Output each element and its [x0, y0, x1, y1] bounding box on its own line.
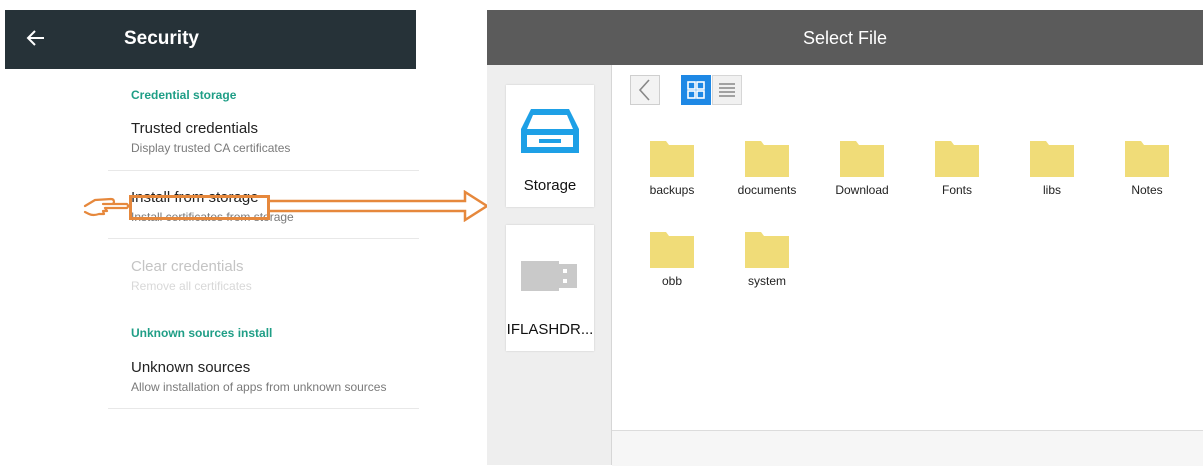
item-title: Clear credentials — [131, 258, 244, 275]
folder-item[interactable]: Download — [817, 139, 907, 197]
usb-source-card[interactable]: IFLASHDR... — [506, 225, 594, 351]
divider — [108, 408, 419, 409]
list-view-icon — [719, 83, 735, 97]
select-file-dialog: Select File Storage IFLASHDR... backups … — [487, 10, 1203, 466]
section-unknown-sources-install: Unknown sources install — [131, 326, 273, 340]
grid-view-icon — [687, 81, 705, 99]
folder-label: documents — [737, 183, 797, 197]
chevron-left-icon — [638, 79, 650, 101]
pointing-hand-icon — [83, 197, 129, 217]
unknown-sources-item[interactable]: Unknown sources Allow installation of ap… — [131, 359, 421, 394]
folder-label: libs — [1042, 183, 1061, 197]
usb-drive-icon — [521, 261, 577, 291]
folder-item[interactable]: libs — [1007, 139, 1097, 197]
folder-item[interactable]: obb — [627, 230, 717, 288]
back-arrow-icon[interactable] — [25, 27, 47, 49]
trusted-credentials-item[interactable]: Trusted credentials Display trusted CA c… — [131, 120, 421, 155]
folder-icon — [650, 232, 694, 268]
item-title: Trusted credentials — [131, 120, 259, 137]
folder-label: Download — [835, 183, 889, 197]
grid-view-button[interactable] — [681, 75, 711, 105]
folder-icon — [650, 141, 694, 177]
source-label: Storage — [523, 177, 577, 194]
dialog-header: Select File — [487, 10, 1203, 65]
source-label: IFLASHDR... — [506, 321, 594, 338]
storage-sources-column: Storage IFLASHDR... — [487, 65, 612, 465]
folder-icon — [840, 141, 884, 177]
folder-item[interactable]: backups — [627, 139, 717, 197]
page-title: Security — [124, 28, 199, 49]
annotation-arrow-icon — [269, 190, 490, 222]
item-subtitle: Remove all certificates — [131, 279, 252, 293]
folder-icon — [1030, 141, 1074, 177]
divider — [108, 170, 419, 171]
security-settings-panel: Security Credential storage Trusted cred… — [5, 10, 490, 465]
section-credential-storage: Credential storage — [131, 88, 237, 102]
folder-item[interactable]: Fonts — [912, 139, 1002, 197]
folder-icon — [745, 232, 789, 268]
folder-icon — [745, 141, 789, 177]
folder-item[interactable]: Notes — [1102, 139, 1192, 197]
storage-tray-icon — [521, 109, 579, 153]
folder-item[interactable]: documents — [722, 139, 812, 197]
highlight-box — [129, 195, 270, 220]
folder-icon — [1125, 141, 1169, 177]
folder-label: backups — [649, 183, 695, 197]
item-subtitle: Display trusted CA certificates — [131, 141, 291, 155]
dialog-title: Select File — [802, 28, 888, 48]
folder-label: Fonts — [941, 183, 972, 197]
folder-label: Notes — [1131, 183, 1163, 197]
dialog-footer — [612, 430, 1203, 466]
file-browser-area: backups documents Download Fonts libs No… — [612, 65, 1203, 430]
folder-item[interactable]: system — [722, 230, 812, 288]
item-subtitle: Allow installation of apps from unknown … — [131, 380, 387, 394]
folder-label: system — [747, 274, 786, 288]
divider — [108, 238, 419, 239]
settings-header: Security — [5, 10, 416, 69]
storage-source-card[interactable]: Storage — [506, 85, 594, 207]
folder-label: obb — [661, 274, 683, 288]
folder-icon — [935, 141, 979, 177]
navigate-back-button[interactable] — [630, 75, 660, 105]
list-view-button[interactable] — [712, 75, 742, 105]
item-title: Unknown sources — [131, 359, 251, 376]
clear-credentials-item: Clear credentials Remove all certificate… — [131, 258, 421, 293]
